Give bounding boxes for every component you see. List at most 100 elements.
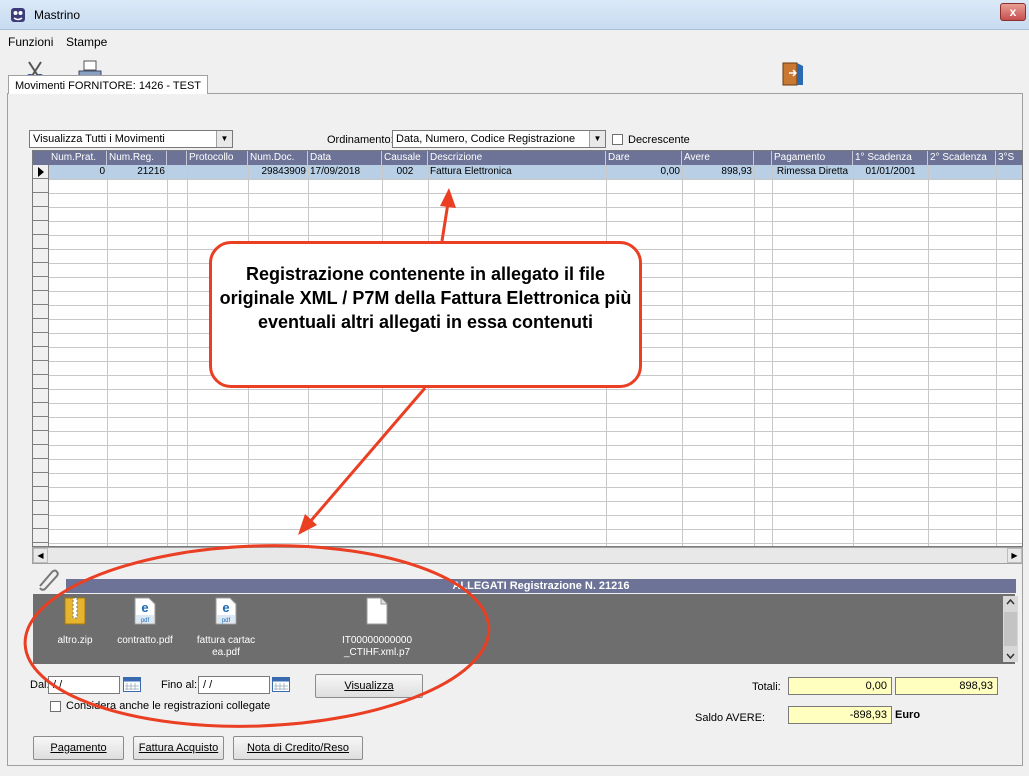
zip-folder-icon <box>64 597 86 625</box>
attachments-area[interactable]: altro.zip e pdf contratto.pdf e pdf fatt… <box>33 594 1015 664</box>
grid-row-line <box>33 193 1022 194</box>
row-selector-cell[interactable] <box>33 417 49 431</box>
row-selector-cell[interactable] <box>33 235 49 249</box>
row-selector-cell[interactable] <box>33 179 49 193</box>
exit-door-icon[interactable] <box>778 60 808 90</box>
col-blank-1[interactable] <box>167 151 187 165</box>
row-selector-column <box>33 165 49 546</box>
attachment-item[interactable]: altro.zip <box>45 596 105 647</box>
row-selector-cell[interactable] <box>33 431 49 445</box>
calendar-icon[interactable] <box>123 677 141 692</box>
scroll-down-icon[interactable] <box>1006 653 1015 659</box>
col-num-doc[interactable]: Num.Doc. <box>248 151 308 165</box>
nota-credito-button[interactable]: Nota di Credito/Reso <box>233 736 363 760</box>
grid-row-line <box>33 473 1022 474</box>
attachment-item[interactable]: e pdf contratto.pdf <box>115 596 175 647</box>
app-icon <box>11 8 25 22</box>
col-causale[interactable]: Causale <box>382 151 428 165</box>
attachment-item[interactable]: IT00000000000_CTIHF.xml.p7m <box>340 596 414 661</box>
col-num-reg[interactable]: Num.Reg. <box>107 151 167 165</box>
cell-pagamento: Rimessa Diretta <box>776 166 849 177</box>
col-scadenza-2[interactable]: 2° Scadenza <box>928 151 996 165</box>
view-filter-select[interactable]: Visualizza Tutti i Movimenti ▼ <box>29 130 233 148</box>
calendar-icon[interactable] <box>272 677 290 692</box>
row-selector-cell[interactable] <box>33 221 49 235</box>
col-avere[interactable]: Avere <box>682 151 754 165</box>
row-selector-cell[interactable] <box>33 515 49 529</box>
fattura-acquisto-button[interactable]: Fattura Acquisto <box>133 736 224 760</box>
cell-descrizione: Fattura Elettronica <box>430 166 512 177</box>
descending-checkbox[interactable] <box>612 134 623 145</box>
visualizza-button[interactable]: Visualizza <box>315 674 423 698</box>
totale-dare-field: 0,00 <box>788 677 892 695</box>
col-dare[interactable]: Dare <box>606 151 682 165</box>
pagamento-button[interactable]: Pagamento <box>33 736 124 760</box>
grid-row-line <box>33 459 1022 460</box>
row-selector-cell[interactable] <box>33 249 49 263</box>
annotation-text: Registrazione contenente in allegato il … <box>219 264 632 332</box>
row-selector-cell[interactable] <box>33 389 49 403</box>
row-selector-cell[interactable] <box>33 403 49 417</box>
row-selector-cell[interactable] <box>33 305 49 319</box>
row-selector-cell[interactable] <box>33 487 49 501</box>
col-protocollo[interactable]: Protocollo <box>187 151 248 165</box>
row-selector-cell[interactable] <box>33 375 49 389</box>
row-selector-cell[interactable] <box>33 193 49 207</box>
collegate-checkbox[interactable] <box>50 701 61 712</box>
row-selector-cell[interactable] <box>33 277 49 291</box>
attachments-header: ALLEGATI Registrazione N. 21216 <box>66 579 1016 593</box>
row-selector-cell[interactable] <box>33 529 49 543</box>
dal-date-input[interactable]: / / <box>48 676 120 694</box>
currency-label: Euro <box>895 709 921 721</box>
row-selector-cell[interactable] <box>33 263 49 277</box>
scroll-up-icon[interactable] <box>1006 599 1015 605</box>
table-row[interactable]: 0 21216 29843909 17/09/2018 002 Fattura … <box>33 165 1022 179</box>
horizontal-scrollbar[interactable]: ◀ ▶ <box>32 547 1023 564</box>
grid-header: Num.Prat. Num.Reg. Protocollo Num.Doc. D… <box>33 151 1022 165</box>
fattura-acquisto-label: Fattura Acquisto <box>138 742 219 754</box>
scrollbar-thumb[interactable] <box>1004 612 1017 646</box>
col-blank-2[interactable] <box>754 151 772 165</box>
order-select[interactable]: Data, Numero, Codice Registrazione ▼ <box>392 130 606 148</box>
row-selector-cell[interactable] <box>33 459 49 473</box>
cell-num-reg: 21216 <box>137 166 165 177</box>
grid-row-line <box>33 417 1022 418</box>
cell-causale: 002 <box>396 166 414 177</box>
visualizza-label: Visualizza <box>344 680 394 692</box>
scroll-left-icon[interactable]: ◀ <box>33 548 48 563</box>
menu-funzioni[interactable]: Funzioni <box>8 35 53 49</box>
menu-stampe[interactable]: Stampe <box>66 35 107 49</box>
grid-row-line <box>33 529 1022 530</box>
fino-label: Fino al: <box>161 679 198 691</box>
col-descrizione[interactable]: Descrizione <box>428 151 606 165</box>
row-selector-cell[interactable] <box>33 333 49 347</box>
scroll-right-icon[interactable]: ▶ <box>1007 548 1022 563</box>
tab-movimenti[interactable]: Movimenti FORNITORE: 1426 - TEST <box>8 75 209 95</box>
grid-row-line <box>33 207 1022 208</box>
grid-column-line <box>167 165 168 546</box>
svg-text:pdf: pdf <box>222 618 231 624</box>
row-selector-cell[interactable] <box>33 445 49 459</box>
row-selector-cell[interactable] <box>33 347 49 361</box>
col-data[interactable]: Data <box>308 151 382 165</box>
col-scadenza-1[interactable]: 1° Scadenza <box>853 151 928 165</box>
attachment-item[interactable]: e pdf fattura cartacea.pdf <box>196 596 256 659</box>
row-selector-cell[interactable] <box>33 291 49 305</box>
row-selector-cell[interactable] <box>33 319 49 333</box>
saldo-field: -898,93 <box>788 706 892 724</box>
grid-row-line <box>33 389 1022 390</box>
row-selector-cell[interactable] <box>33 207 49 221</box>
row-selector-cell[interactable] <box>33 473 49 487</box>
title-bar: Mastrino x <box>0 0 1029 30</box>
col-num-prat[interactable]: Num.Prat. <box>49 151 107 165</box>
col-pagamento[interactable]: Pagamento <box>772 151 853 165</box>
grid-column-line <box>996 165 997 546</box>
row-selector-cell[interactable] <box>33 165 49 179</box>
paperclip-icon[interactable] <box>34 566 60 592</box>
col-scadenza-3[interactable]: 3°S <box>996 151 1022 165</box>
attachments-scrollbar[interactable] <box>1003 596 1018 662</box>
fino-date-input[interactable]: / / <box>198 676 270 694</box>
close-button[interactable]: x <box>1000 3 1026 21</box>
row-selector-cell[interactable] <box>33 361 49 375</box>
row-selector-cell[interactable] <box>33 501 49 515</box>
